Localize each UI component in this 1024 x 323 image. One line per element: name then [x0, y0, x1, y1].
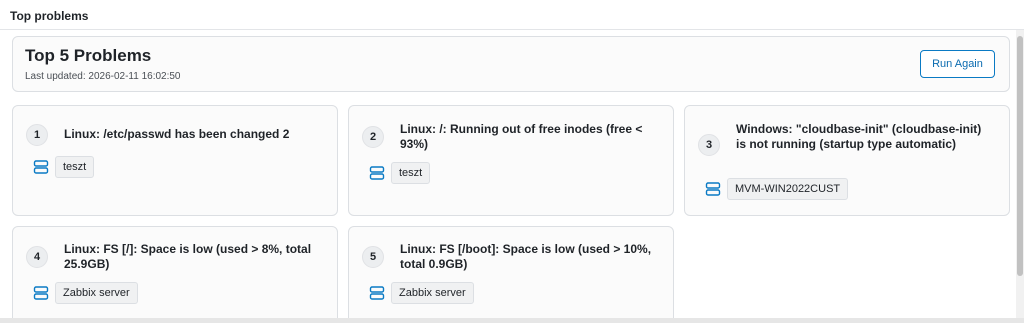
summary-panel: Top 5 Problems Last updated: 2026-02-11 … [12, 36, 1010, 92]
problem-name: Windows: "cloudbase-init" (cloudbase-ini… [736, 122, 982, 151]
host-badge[interactable]: Zabbix server [391, 282, 474, 304]
host-row: teszt [369, 162, 431, 184]
host-badge[interactable]: teszt [391, 162, 431, 184]
problem-card[interactable]: 1 Linux: /etc/passwd has been changed 2 … [12, 105, 338, 216]
server-icon [369, 166, 385, 180]
host-badge[interactable]: Zabbix server [55, 282, 138, 304]
problem-name: Linux: /etc/passwd has been changed 2 [64, 127, 290, 141]
summary-title: Top 5 Problems [25, 46, 152, 65]
host-badge[interactable]: MVM-WIN2022CUST [727, 178, 849, 200]
widget-title: Top problems [10, 9, 89, 23]
problem-rank: 2 [362, 126, 384, 148]
problem-rank: 5 [362, 246, 384, 268]
server-icon [33, 286, 49, 300]
host-row: teszt [33, 156, 95, 178]
server-icon [705, 182, 721, 196]
problem-name: Linux: /: Running out of free inodes (fr… [400, 122, 643, 151]
widget-header: Top problems [0, 0, 1024, 30]
host-row: Zabbix server [33, 282, 138, 304]
problem-rank: 3 [698, 134, 720, 156]
problem-rank: 1 [26, 124, 48, 146]
problem-card[interactable]: 5 Linux: FS [/boot]: Space is low (used … [348, 226, 674, 323]
problem-card[interactable]: 4 Linux: FS [/]: Space is low (used > 8%… [12, 226, 338, 323]
host-row: Zabbix server [369, 282, 474, 304]
last-updated-text: Last updated: 2026-02-11 16:02:50 [25, 71, 181, 82]
server-icon [369, 286, 385, 300]
problem-rank: 4 [26, 246, 48, 268]
host-badge[interactable]: teszt [55, 156, 95, 178]
problem-name: Linux: FS [/]: Space is low (used > 8%, … [64, 242, 312, 271]
problem-name: Linux: FS [/boot]: Space is low (used > … [400, 242, 652, 271]
host-row: MVM-WIN2022CUST [705, 178, 849, 200]
scrollbar-thumb[interactable] [1017, 36, 1023, 276]
server-icon [33, 160, 49, 174]
run-again-button[interactable]: Run Again [920, 50, 995, 78]
horizontal-scrollbar[interactable] [0, 318, 1024, 323]
problem-card[interactable]: 3 Windows: "cloudbase-init" (cloudbase-i… [684, 105, 1010, 216]
problem-card[interactable]: 2 Linux: /: Running out of free inodes (… [348, 105, 674, 216]
